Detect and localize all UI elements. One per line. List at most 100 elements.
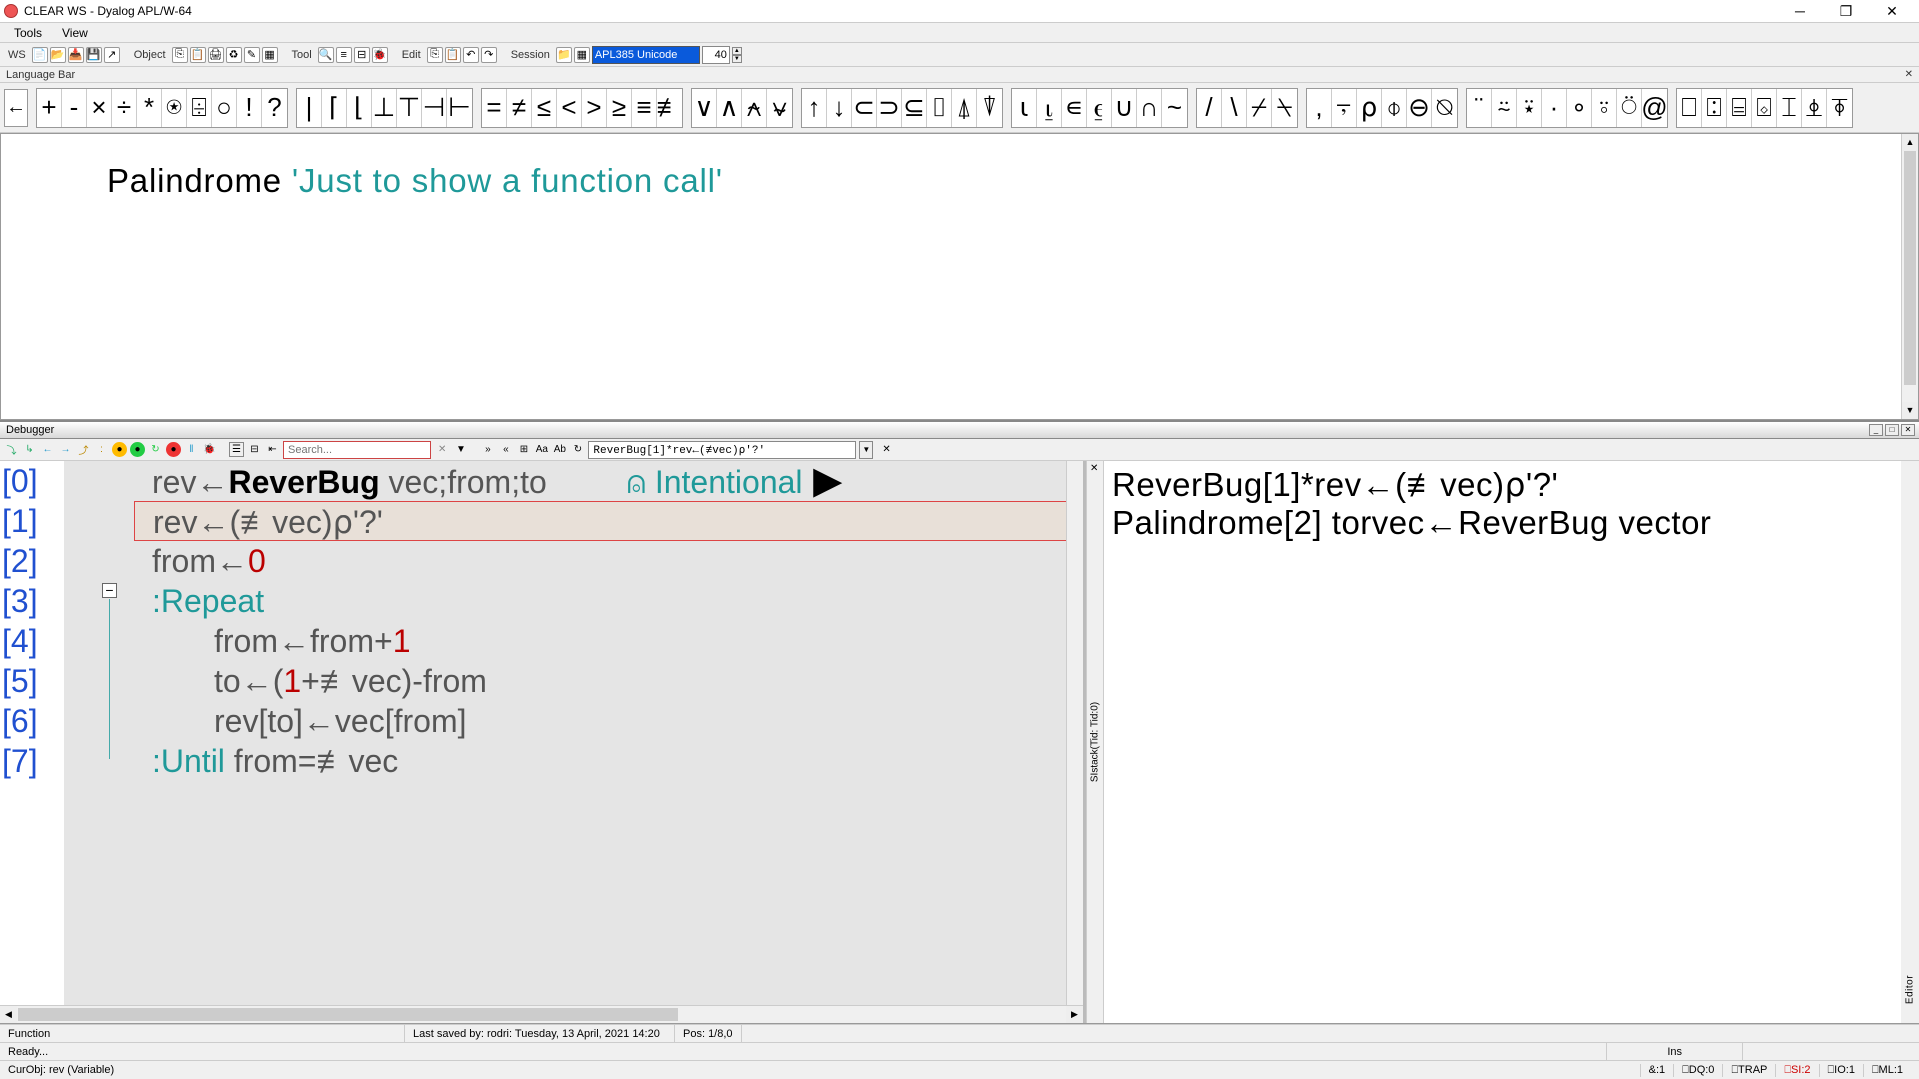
find-prev-icon[interactable]: «	[498, 442, 513, 457]
glyph-button[interactable]: ≡	[632, 89, 657, 127]
location-box[interactable]	[588, 441, 856, 459]
glyph-button[interactable]: ∧	[717, 89, 742, 127]
glyph-button[interactable]: ÷	[112, 89, 137, 127]
hscroll-left-icon[interactable]: ◀	[0, 1006, 17, 1023]
glyph-button[interactable]: ⊣	[422, 89, 447, 127]
glyph-button[interactable]: ⊂	[852, 89, 877, 127]
glyph-button[interactable]: ⊃	[877, 89, 902, 127]
stop-icon[interactable]: ●	[166, 442, 181, 457]
glyph-button[interactable]: *	[137, 89, 162, 127]
font-size-spinner[interactable]: ▲▼	[732, 47, 742, 63]
glyph-button[interactable]: ⌹	[187, 89, 212, 127]
tool-search-icon[interactable]: 🔍	[318, 47, 334, 63]
glyph-button[interactable]: ⍨	[1492, 89, 1517, 127]
glyph-button[interactable]: @	[1642, 89, 1667, 127]
glyph-button[interactable]: ⍣	[1517, 89, 1542, 127]
glyph-button[interactable]: ⌶	[1777, 89, 1802, 127]
glyph-button[interactable]: ⊖	[1407, 89, 1432, 127]
search-clear-icon[interactable]: ✕	[438, 444, 446, 455]
step-back-icon[interactable]: ←	[40, 442, 55, 457]
langbar-back-icon[interactable]: ←	[4, 89, 28, 127]
scroll-thumb[interactable]	[1904, 151, 1916, 385]
scroll-up-icon[interactable]: ▲	[1902, 134, 1918, 151]
glyph-button[interactable]: ⍪	[1332, 89, 1357, 127]
glyph-button[interactable]: \	[1222, 89, 1247, 127]
hscroll-right-icon[interactable]: ▶	[1066, 1006, 1083, 1023]
expand-icon[interactable]: ⊞	[516, 442, 531, 457]
tool-debug-icon[interactable]: 🐞	[372, 47, 388, 63]
find-next-icon[interactable]: »	[480, 442, 495, 457]
word-icon[interactable]: Ab	[552, 442, 567, 457]
location-dropdown-icon[interactable]: ▼	[859, 441, 873, 459]
edit-paste-icon[interactable]: 📋	[445, 47, 461, 63]
glyph-button[interactable]: <	[557, 89, 582, 127]
step-over-icon[interactable]: ↳	[22, 442, 37, 457]
maximize-button[interactable]: ❐	[1823, 0, 1869, 23]
glyph-button[interactable]: ⊆	[902, 89, 927, 127]
font-size-input[interactable]	[702, 46, 730, 64]
glyph-button[interactable]: ⌽	[1382, 89, 1407, 127]
breakpoint-icon[interactable]: 🐞	[202, 442, 217, 457]
session-load-icon[interactable]: 📁	[556, 47, 572, 63]
language-bar-close-icon[interactable]: ✕	[1905, 69, 1913, 80]
glyph-button[interactable]: ⍸	[1037, 89, 1062, 127]
glyph-button[interactable]: ⍴	[1357, 89, 1382, 127]
step-forward-icon[interactable]: →	[58, 442, 73, 457]
glyph-button[interactable]: ∪	[1112, 89, 1137, 127]
skip-icon[interactable]: ⤴	[76, 442, 91, 457]
glyph-button[interactable]: ⍲	[742, 89, 767, 127]
glyph-button[interactable]: ⌺	[1752, 89, 1777, 127]
edit-copy-icon[interactable]: ⎘	[427, 47, 443, 63]
glyph-button[interactable]: ⍀	[1272, 89, 1297, 127]
glyph-button[interactable]: ⍥	[1617, 89, 1642, 127]
glyph-button[interactable]: ⍎	[1802, 89, 1827, 127]
sistack-close-icon[interactable]: ✕	[1090, 463, 1098, 474]
glyph-button[interactable]: ⍒	[977, 89, 1002, 127]
glyph-button[interactable]: !	[237, 89, 262, 127]
glyph-button[interactable]: ⊥	[372, 89, 397, 127]
glyph-button[interactable]: |	[297, 89, 322, 127]
glyph-button[interactable]: ⊢	[447, 89, 472, 127]
glyph-button[interactable]: ⍕	[1827, 89, 1852, 127]
minimize-button[interactable]: ─	[1777, 0, 1823, 23]
tool-outline-icon[interactable]: ⊟	[354, 47, 370, 63]
glyph-button[interactable]: ~	[1162, 89, 1187, 127]
code-area[interactable]: [0][1][2][3][4][5][6][7] − rev←ReverBug …	[0, 461, 1083, 1005]
outdent-icon[interactable]: ⇤	[265, 442, 280, 457]
restart-icon[interactable]: ↻	[148, 442, 163, 457]
search-down-icon[interactable]: ▼	[453, 442, 468, 457]
obj-paste-icon[interactable]: 📋	[190, 47, 206, 63]
debugger-close-icon[interactable]: ✕	[1901, 424, 1915, 436]
glyph-button[interactable]: ⍠	[1702, 89, 1727, 127]
trace-into-icon[interactable]: ⤵	[4, 442, 19, 457]
case-icon[interactable]: Aa	[534, 442, 549, 457]
glyph-button[interactable]: ⍷	[1087, 89, 1112, 127]
sistack-row-0[interactable]: ReverBug[1]*rev←(≢vec)⍴'?'	[1112, 465, 1911, 504]
glyph-button[interactable]: =	[482, 89, 507, 127]
location-close-icon[interactable]: ✕	[882, 444, 890, 455]
tool-list-icon[interactable]: ≡	[336, 47, 352, 63]
ws-save-icon[interactable]: 💾	[86, 47, 102, 63]
menu-tools[interactable]: Tools	[4, 24, 52, 42]
glyph-button[interactable]: ⌿	[1247, 89, 1272, 127]
obj-grid-icon[interactable]: ▦	[262, 47, 278, 63]
obj-copy-icon[interactable]: ⎘	[172, 47, 188, 63]
glyph-button[interactable]: -	[62, 89, 87, 127]
glyph-button[interactable]: ⎕	[1677, 89, 1702, 127]
run-icon[interactable]: ●	[130, 442, 145, 457]
glyph-button[interactable]: ⌊	[347, 89, 372, 127]
obj-recycle-icon[interactable]: ♻	[226, 47, 242, 63]
glyph-button[interactable]: ⍤	[1592, 89, 1617, 127]
refresh-icon[interactable]: ↻	[570, 442, 585, 457]
glyph-button[interactable]: ?	[262, 89, 287, 127]
glyph-button[interactable]: /	[1197, 89, 1222, 127]
fold-toggle-icon[interactable]: −	[102, 583, 117, 598]
glyph-button[interactable]: ⍋	[952, 89, 977, 127]
glyph-button[interactable]: ¨	[1467, 89, 1492, 127]
glyph-button[interactable]: ≥	[607, 89, 632, 127]
continue-icon[interactable]: ●	[112, 442, 127, 457]
debugger-maximize-icon[interactable]: □	[1885, 424, 1899, 436]
glyph-button[interactable]: ,	[1307, 89, 1332, 127]
glyph-button[interactable]: ≠	[507, 89, 532, 127]
glyph-button[interactable]: ×	[87, 89, 112, 127]
